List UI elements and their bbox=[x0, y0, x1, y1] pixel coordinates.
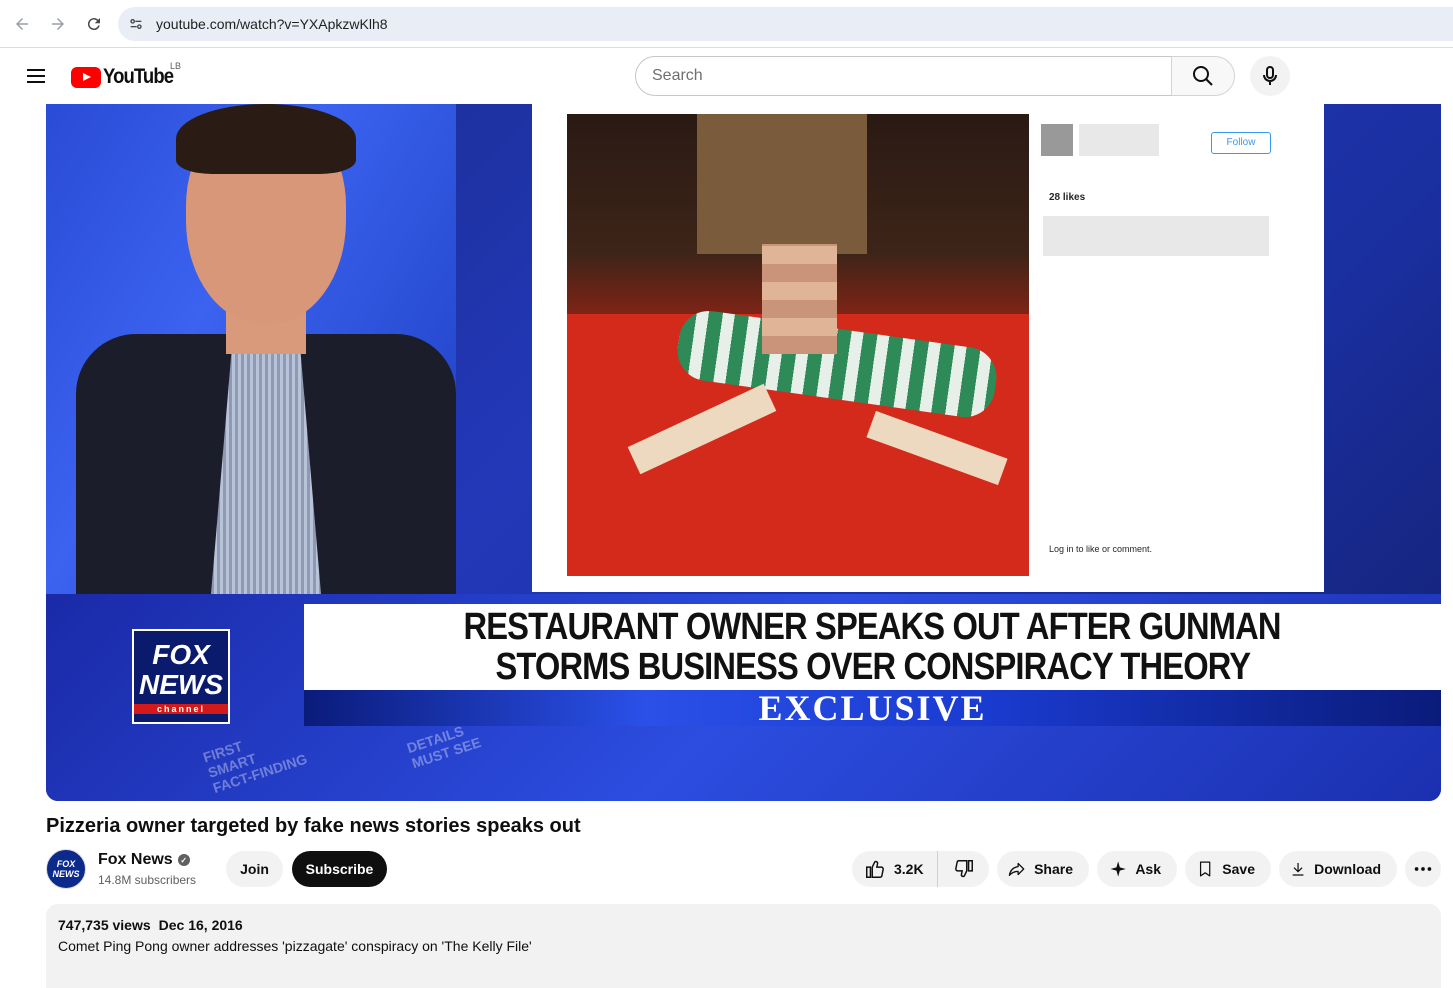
youtube-header: YouTube LB bbox=[0, 48, 1453, 104]
headline-line-1: RESTAURANT OWNER SPEAKS OUT AFTER GUNMAN bbox=[463, 606, 1282, 648]
ask-label: Ask bbox=[1135, 861, 1161, 877]
channel-name[interactable]: Fox News ✓ bbox=[98, 851, 190, 869]
like-count: 3.2K bbox=[894, 861, 924, 877]
verified-check-icon: ✓ bbox=[177, 854, 190, 866]
description-meta: 747,735 views Dec 16, 2016 bbox=[58, 917, 1429, 933]
thumbs-down-icon bbox=[954, 860, 973, 878]
share-icon bbox=[1008, 862, 1025, 876]
subscribe-button[interactable]: Subscribe bbox=[292, 851, 387, 887]
join-button[interactable]: Join bbox=[226, 851, 283, 887]
voice-search-button[interactable] bbox=[1250, 56, 1290, 96]
news-anchor-image bbox=[76, 104, 456, 594]
fox-news-logo: FOX NEWS channel bbox=[132, 629, 230, 724]
microphone-icon bbox=[1263, 66, 1277, 85]
logo-text: YouTube bbox=[103, 65, 174, 88]
ask-button[interactable]: Ask bbox=[1097, 851, 1177, 887]
instagram-photo bbox=[567, 114, 1029, 576]
more-horizontal-icon bbox=[1414, 867, 1432, 871]
video-player[interactable]: Follow 28 likes Log in to like or commen… bbox=[46, 104, 1441, 801]
like-button[interactable]: 3.2K bbox=[852, 851, 938, 887]
reload-button[interactable] bbox=[76, 6, 112, 42]
video-title: Pizzeria owner targeted by fake news sto… bbox=[46, 815, 581, 837]
instagram-follow-button: Follow bbox=[1211, 132, 1271, 154]
logo-line-news: NEWS bbox=[139, 668, 223, 700]
download-button[interactable]: Download bbox=[1279, 851, 1397, 887]
share-button[interactable]: Share bbox=[997, 851, 1089, 887]
blurred-caption bbox=[1043, 216, 1269, 256]
channel-avatar[interactable]: FOX NEWS bbox=[46, 849, 86, 889]
more-actions-button[interactable] bbox=[1405, 851, 1441, 887]
search-icon bbox=[1193, 66, 1213, 86]
blurred-avatar bbox=[1041, 124, 1073, 156]
url-text[interactable]: youtube.com/watch?v=YXApkzwKlh8 bbox=[156, 16, 388, 32]
description-text: Comet Ping Pong owner addresses 'pizzaga… bbox=[58, 938, 532, 954]
bookmark-icon bbox=[1199, 861, 1211, 877]
reload-icon bbox=[87, 17, 100, 30]
view-count: 747,735 views bbox=[58, 917, 151, 933]
instagram-sidebar: Follow 28 likes Log in to like or commen… bbox=[1041, 124, 1271, 564]
logo-line-channel: channel bbox=[134, 703, 228, 714]
blurred-username bbox=[1079, 124, 1159, 156]
sparkle-icon bbox=[1110, 861, 1126, 877]
menu-icon[interactable] bbox=[20, 60, 52, 92]
site-settings-icon[interactable] bbox=[128, 15, 146, 33]
dislike-button[interactable] bbox=[938, 851, 989, 887]
share-label: Share bbox=[1034, 861, 1073, 877]
upload-date: Dec 16, 2016 bbox=[158, 917, 243, 933]
address-bar[interactable]: youtube.com/watch?v=YXApkzwKlh8 bbox=[118, 7, 1453, 41]
browser-toolbar: youtube.com/watch?v=YXApkzwKlh8 bbox=[0, 0, 1453, 48]
search-box[interactable] bbox=[635, 56, 1172, 96]
logo-line-fox: FOX bbox=[152, 638, 210, 670]
instagram-likes: 28 likes bbox=[1049, 192, 1086, 203]
thumbs-up-icon bbox=[866, 860, 884, 878]
headline-chyron: RESTAURANT OWNER SPEAKS OUT AFTER GUNMAN… bbox=[304, 604, 1441, 690]
youtube-play-icon bbox=[71, 66, 101, 88]
background-text-1: FIRST SMART FACT-FINDING bbox=[200, 737, 310, 796]
arrow-left-icon bbox=[16, 17, 28, 30]
exclusive-banner: EXCLUSIVE bbox=[304, 688, 1441, 728]
background-text-2: DETAILS MUST SEE bbox=[404, 722, 483, 772]
headline-line-2: STORMS BUSINESS OVER CONSPIRACY THEORY bbox=[495, 646, 1251, 688]
subscriber-count: 14.8M subscribers bbox=[98, 873, 197, 887]
exclusive-label: EXCLUSIVE bbox=[758, 688, 987, 728]
search-input[interactable] bbox=[652, 67, 1171, 85]
channel-name-text[interactable]: Fox News bbox=[98, 851, 173, 869]
download-icon bbox=[1292, 862, 1304, 876]
forward-button[interactable] bbox=[40, 6, 76, 42]
like-dislike-group: 3.2K bbox=[852, 851, 989, 887]
description-box[interactable]: 747,735 views Dec 16, 2016 Comet Ping Pon… bbox=[46, 904, 1441, 988]
save-label: Save bbox=[1222, 861, 1255, 877]
arrow-right-icon bbox=[52, 17, 64, 30]
save-button[interactable]: Save bbox=[1185, 851, 1271, 887]
country-code: LB bbox=[170, 61, 182, 71]
search-button[interactable] bbox=[1171, 56, 1235, 96]
instagram-login-prompt: Log in to like or comment. bbox=[1049, 544, 1153, 554]
youtube-logo[interactable]: YouTube bbox=[71, 65, 183, 89]
download-label: Download bbox=[1314, 861, 1381, 877]
back-button[interactable] bbox=[4, 6, 40, 42]
